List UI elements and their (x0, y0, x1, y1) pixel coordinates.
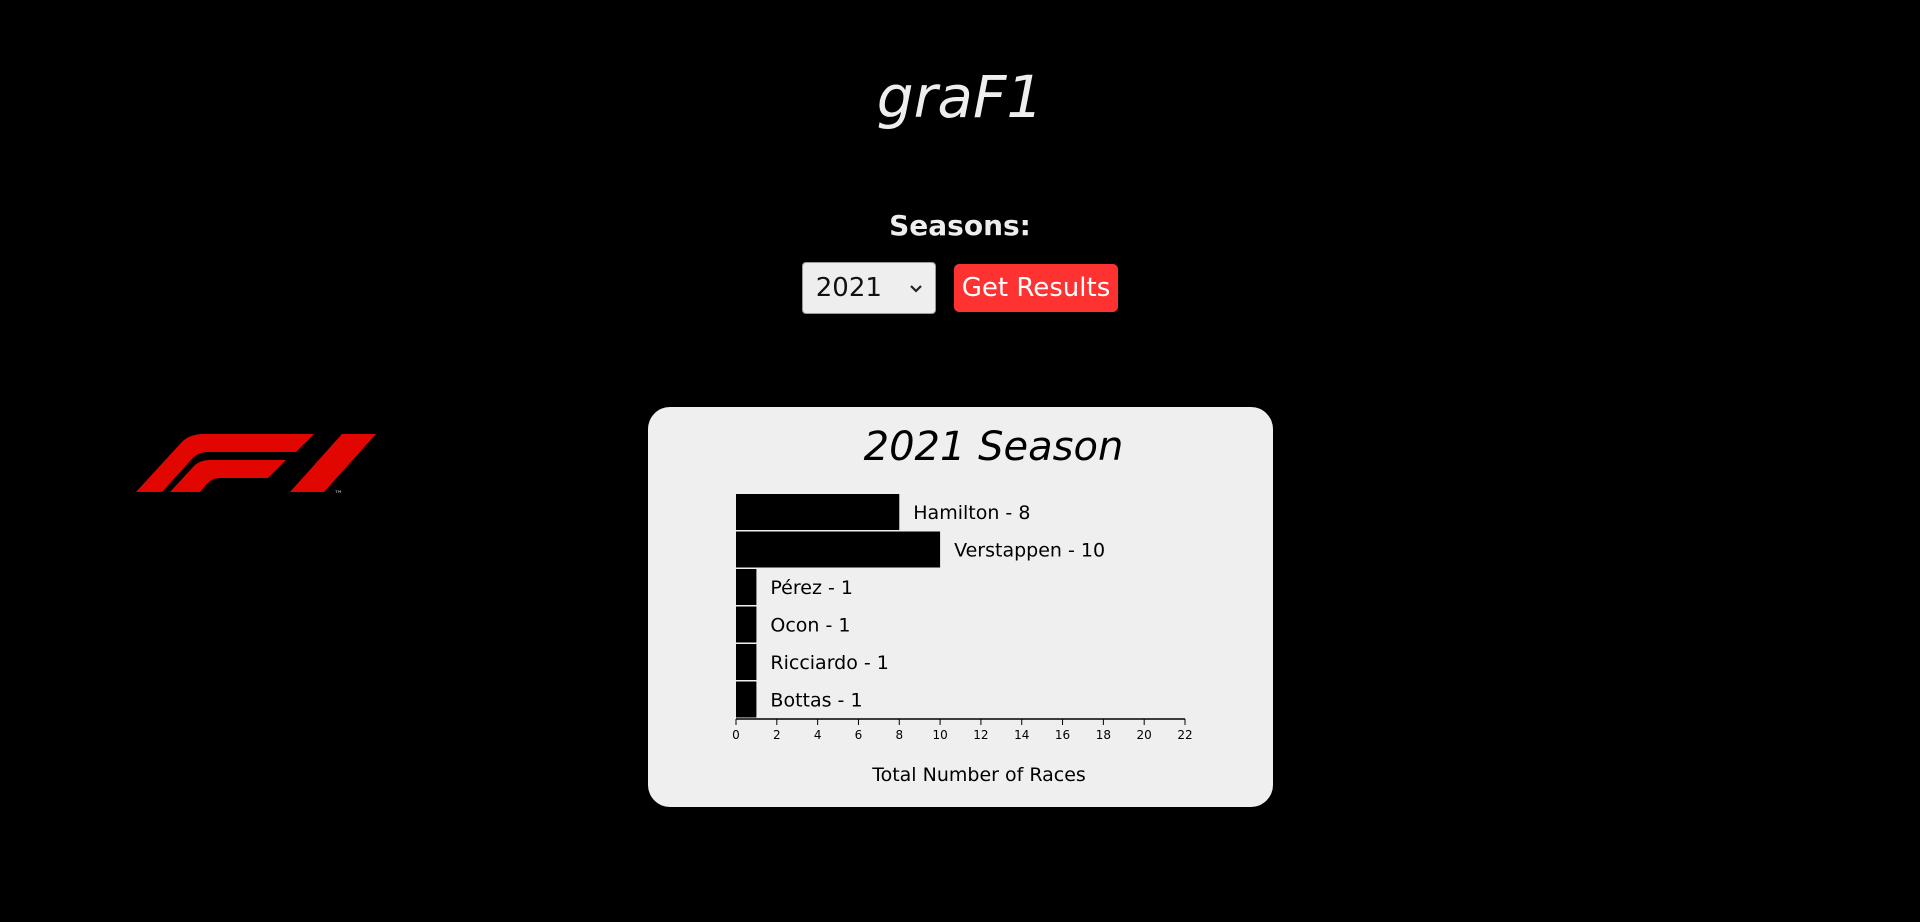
x-tick-label: 22 (1177, 728, 1192, 742)
bar-label: Verstappen - 10 (954, 540, 1105, 562)
bar-label: Ocon - 1 (770, 615, 850, 637)
f1-logo: ™ (136, 434, 376, 500)
x-tick-label: 14 (1014, 728, 1029, 742)
x-tick-label: 10 (932, 728, 947, 742)
seasons-label: Seasons: (889, 209, 1031, 242)
chevron-down-icon (909, 285, 922, 293)
bar-label: Pérez - 1 (770, 577, 853, 599)
season-wins-chart: Hamilton - 8 Verstappen - 10 Pérez - 1 Ocon… (732, 494, 1193, 786)
x-tick-label: 12 (973, 728, 988, 742)
app-title: graF1 (876, 63, 1044, 131)
x-tick-label: 4 (814, 728, 822, 742)
x-tick-label: 2 (773, 728, 781, 742)
bar-label: Hamilton - 8 (913, 502, 1030, 524)
get-results-button[interactable]: Get Results (953, 264, 1119, 312)
chart-bar (736, 531, 941, 568)
chart-bar (736, 644, 757, 680)
season-controls: 2021 Get Results (0, 262, 1920, 314)
chart-bar (736, 494, 900, 530)
x-axis-label: Total Number of Races (871, 764, 1086, 786)
bar-label: Bottas - 1 (770, 690, 862, 712)
x-tick-label: 0 (732, 728, 740, 742)
season-select-value: 2021 (815, 273, 882, 303)
x-tick-label: 16 (1055, 728, 1070, 742)
chart-bar (736, 569, 757, 605)
x-tick-label: 18 (1096, 728, 1111, 742)
x-tick-label: 8 (895, 728, 903, 742)
svg-text:™: ™ (334, 490, 343, 500)
chart-bar (736, 681, 757, 718)
x-tick-label: 20 (1137, 728, 1152, 742)
season-select[interactable]: 2021 (801, 262, 936, 314)
bar-label: Ricciardo - 1 (770, 652, 888, 674)
chart-bar (736, 606, 757, 643)
x-tick-label: 6 (855, 728, 863, 742)
chart-card: 2021 Season Hamilton - 8 Verstappen - 10 P… (648, 407, 1273, 807)
